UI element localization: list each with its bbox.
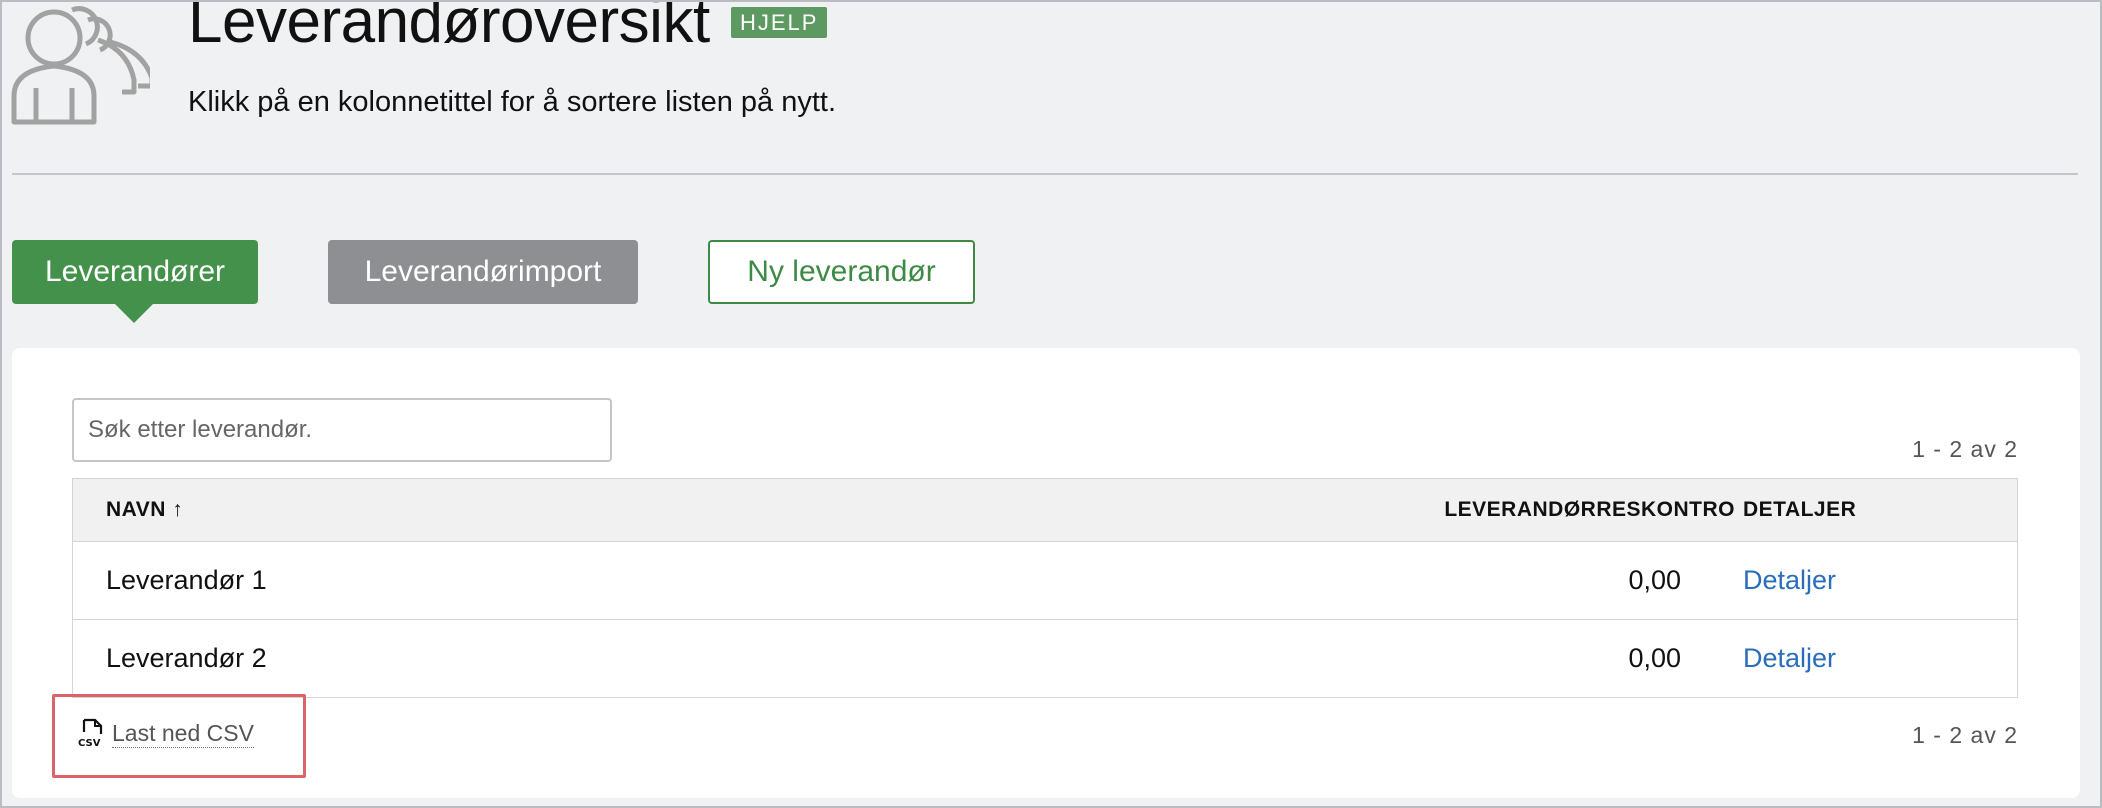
csv-file-icon: CSV bbox=[78, 718, 103, 748]
table-header: NAVN ↑ LEVERANDØRRESKONTRO DETALJER bbox=[72, 478, 2018, 542]
svg-text:CSV: CSV bbox=[78, 738, 101, 748]
supplier-name: Leverandør 2 bbox=[106, 643, 267, 673]
active-tab-indicator bbox=[114, 303, 154, 323]
supplier-table: NAVN ↑ LEVERANDØRRESKONTRO DETALJER Leve… bbox=[72, 478, 2018, 698]
help-badge[interactable]: HJELP bbox=[731, 7, 828, 38]
pagination-bottom: 1 - 2 av 2 bbox=[1912, 722, 2018, 748]
supplier-name: Leverandør 1 bbox=[106, 565, 267, 595]
supplier-ledger-balance: 0,00 bbox=[1628, 565, 1681, 595]
download-csv-link[interactable]: CSV Last ned CSV bbox=[78, 718, 254, 748]
tab-leverandorer[interactable]: Leverandører bbox=[12, 240, 258, 304]
download-csv-label[interactable]: Last ned CSV bbox=[112, 719, 254, 748]
users-icon bbox=[11, 6, 150, 125]
table-row: Leverandør 2 0,00 Detaljer bbox=[72, 620, 2018, 698]
tab-leverandorimport[interactable]: Leverandørimport bbox=[328, 240, 638, 304]
table-row: Leverandør 1 0,00 Detaljer bbox=[72, 542, 2018, 620]
column-header-name[interactable]: NAVN ↑ bbox=[106, 498, 183, 522]
new-supplier-button[interactable]: Ny leverandør bbox=[708, 240, 975, 304]
page-title: Leverandøroversikt bbox=[188, 0, 710, 56]
column-header-ledger[interactable]: LEVERANDØRRESKONTRO bbox=[1444, 498, 1735, 522]
search-input[interactable] bbox=[72, 398, 612, 462]
column-header-details: DETALJER bbox=[1743, 498, 1857, 521]
pagination-top: 1 - 2 av 2 bbox=[1912, 436, 2018, 462]
page-subtitle: Klikk på en kolonnetittel for å sortere … bbox=[188, 86, 837, 118]
details-link[interactable]: Detaljer bbox=[1743, 565, 1836, 596]
supplier-ledger-balance: 0,00 bbox=[1628, 643, 1681, 673]
details-link[interactable]: Detaljer bbox=[1743, 643, 1836, 674]
header-divider bbox=[12, 173, 2078, 175]
